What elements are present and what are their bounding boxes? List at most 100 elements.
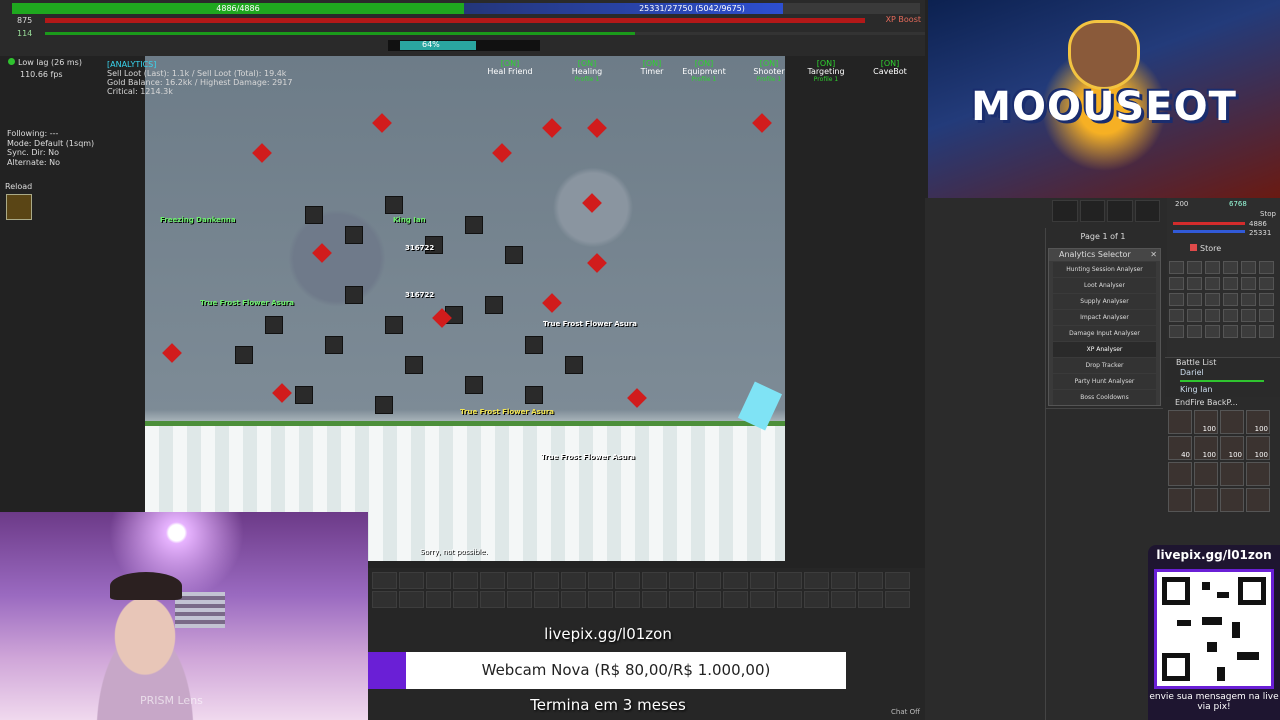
hotkey-slot[interactable]: [804, 572, 829, 589]
hotkey-slot[interactable]: [534, 572, 559, 589]
analyser-impact[interactable]: Impact Analyser: [1053, 310, 1156, 325]
analyser-boss-cooldowns[interactable]: Boss Cooldowns: [1053, 390, 1156, 405]
control-button[interactable]: [1187, 309, 1202, 322]
backpack-slot[interactable]: 100: [1246, 410, 1270, 434]
module-heal-friend[interactable]: [ON] Heal Friend: [480, 60, 540, 76]
hotkey-slot[interactable]: [561, 572, 586, 589]
creature-sprite[interactable]: [345, 226, 363, 244]
backpack-slot[interactable]: [1168, 462, 1192, 486]
control-button[interactable]: [1187, 325, 1202, 338]
module-targeting[interactable]: [ON] Targeting Profile 1: [796, 60, 856, 84]
hotkey-slot[interactable]: [885, 572, 910, 589]
control-button[interactable]: [1205, 325, 1220, 338]
control-button[interactable]: [1223, 325, 1238, 338]
control-button[interactable]: [1187, 293, 1202, 306]
creature-sprite[interactable]: [385, 316, 403, 334]
creature-sprite[interactable]: [505, 246, 523, 264]
hotkey-slot[interactable]: [507, 591, 532, 608]
creature-sprite[interactable]: [295, 386, 313, 404]
module-equipment[interactable]: [ON] Equipment Profile 1: [674, 60, 734, 84]
control-button[interactable]: [1205, 261, 1220, 274]
hotkey-slot[interactable]: [642, 591, 667, 608]
analyser-drop-tracker[interactable]: Drop Tracker: [1053, 358, 1156, 373]
hotkey-slot[interactable]: [615, 572, 640, 589]
hotkey-slot[interactable]: [723, 591, 748, 608]
module-timer[interactable]: [ON] Timer: [622, 60, 682, 76]
control-button[interactable]: [1169, 309, 1184, 322]
backpack-slot[interactable]: 100: [1194, 410, 1218, 434]
hotkey-slot[interactable]: [858, 591, 883, 608]
hotkey-slot[interactable]: [669, 591, 694, 608]
hotkey-slot[interactable]: [372, 572, 397, 589]
creature-sprite[interactable]: [525, 336, 543, 354]
control-button[interactable]: [1259, 293, 1274, 306]
hotkey-slot[interactable]: [750, 591, 775, 608]
control-button[interactable]: [1223, 293, 1238, 306]
backpack-slot[interactable]: [1220, 410, 1244, 434]
hotkey-slot[interactable]: [696, 591, 721, 608]
creature-sprite[interactable]: [465, 216, 483, 234]
analyser-xp[interactable]: XP Analyser: [1053, 342, 1156, 357]
control-button[interactable]: [1259, 261, 1274, 274]
hotkey-slot[interactable]: [453, 572, 478, 589]
hotkey-slot[interactable]: [588, 572, 613, 589]
battle-entry[interactable]: Dariel: [1180, 368, 1204, 377]
control-button[interactable]: [1205, 293, 1220, 306]
module-healing[interactable]: [ON] Healing Profile 1: [557, 60, 617, 84]
creature-sprite[interactable]: [525, 386, 543, 404]
hotkey-slot[interactable]: [885, 591, 910, 608]
game-view[interactable]: True Frost Flower Asura True Frost Flowe…: [145, 56, 785, 561]
hotkey-slot[interactable]: [561, 591, 586, 608]
backpack-slot[interactable]: 100: [1220, 436, 1244, 460]
backpack-slot[interactable]: [1246, 462, 1270, 486]
hotkey-slot[interactable]: [615, 591, 640, 608]
hotkey-slot[interactable]: [372, 591, 397, 608]
backpack-slot[interactable]: 100: [1194, 436, 1218, 460]
hotkey-slot[interactable]: [642, 572, 667, 589]
hotkey-slot[interactable]: [588, 591, 613, 608]
hotkey-slot[interactable]: [669, 572, 694, 589]
control-button[interactable]: [1259, 325, 1274, 338]
backpack-slot[interactable]: [1194, 488, 1218, 512]
hotkey-slot[interactable]: [750, 572, 775, 589]
control-button[interactable]: [1259, 277, 1274, 290]
analyser-loot[interactable]: Loot Analyser: [1053, 278, 1156, 293]
control-button[interactable]: [1169, 277, 1184, 290]
analyser-damage-input[interactable]: Damage Input Analyser: [1053, 326, 1156, 341]
control-button[interactable]: [1187, 261, 1202, 274]
control-button[interactable]: [1241, 325, 1256, 338]
hotkey-slot[interactable]: [696, 572, 721, 589]
control-button[interactable]: [1169, 293, 1184, 306]
control-button[interactable]: [1205, 309, 1220, 322]
creature-sprite[interactable]: [385, 196, 403, 214]
control-button[interactable]: [1241, 309, 1256, 322]
hotkey-slot[interactable]: [777, 572, 802, 589]
control-button[interactable]: [1223, 277, 1238, 290]
store-button[interactable]: Store: [1190, 244, 1221, 253]
hotkey-slot[interactable]: [399, 572, 424, 589]
hotkey-slot[interactable]: [507, 572, 532, 589]
reload-item-icon[interactable]: [6, 194, 32, 220]
module-cavebot[interactable]: [ON] CaveBot: [860, 60, 920, 76]
backpack-slot[interactable]: [1220, 488, 1244, 512]
control-button[interactable]: [1223, 309, 1238, 322]
control-button[interactable]: [1223, 261, 1238, 274]
creature-sprite[interactable]: [265, 316, 283, 334]
hotkey-slot[interactable]: [804, 591, 829, 608]
analyser-supply[interactable]: Supply Analyser: [1053, 294, 1156, 309]
xp-boost-button[interactable]: XP Boost: [886, 15, 921, 24]
control-button[interactable]: [1169, 325, 1184, 338]
creature-sprite[interactable]: [305, 206, 323, 224]
control-button[interactable]: [1241, 277, 1256, 290]
backpack-slot[interactable]: 100: [1246, 436, 1270, 460]
chat-off-button[interactable]: Chat Off: [891, 708, 920, 716]
creature-sprite[interactable]: [345, 286, 363, 304]
control-button[interactable]: [1241, 293, 1256, 306]
hotkey-slot[interactable]: [399, 591, 424, 608]
backpack-slot[interactable]: [1168, 410, 1192, 434]
hotkey-slot[interactable]: [426, 572, 451, 589]
creature-sprite[interactable]: [465, 376, 483, 394]
control-button[interactable]: [1259, 309, 1274, 322]
hotkey-slot[interactable]: [723, 572, 748, 589]
hotkey-slot[interactable]: [453, 591, 478, 608]
